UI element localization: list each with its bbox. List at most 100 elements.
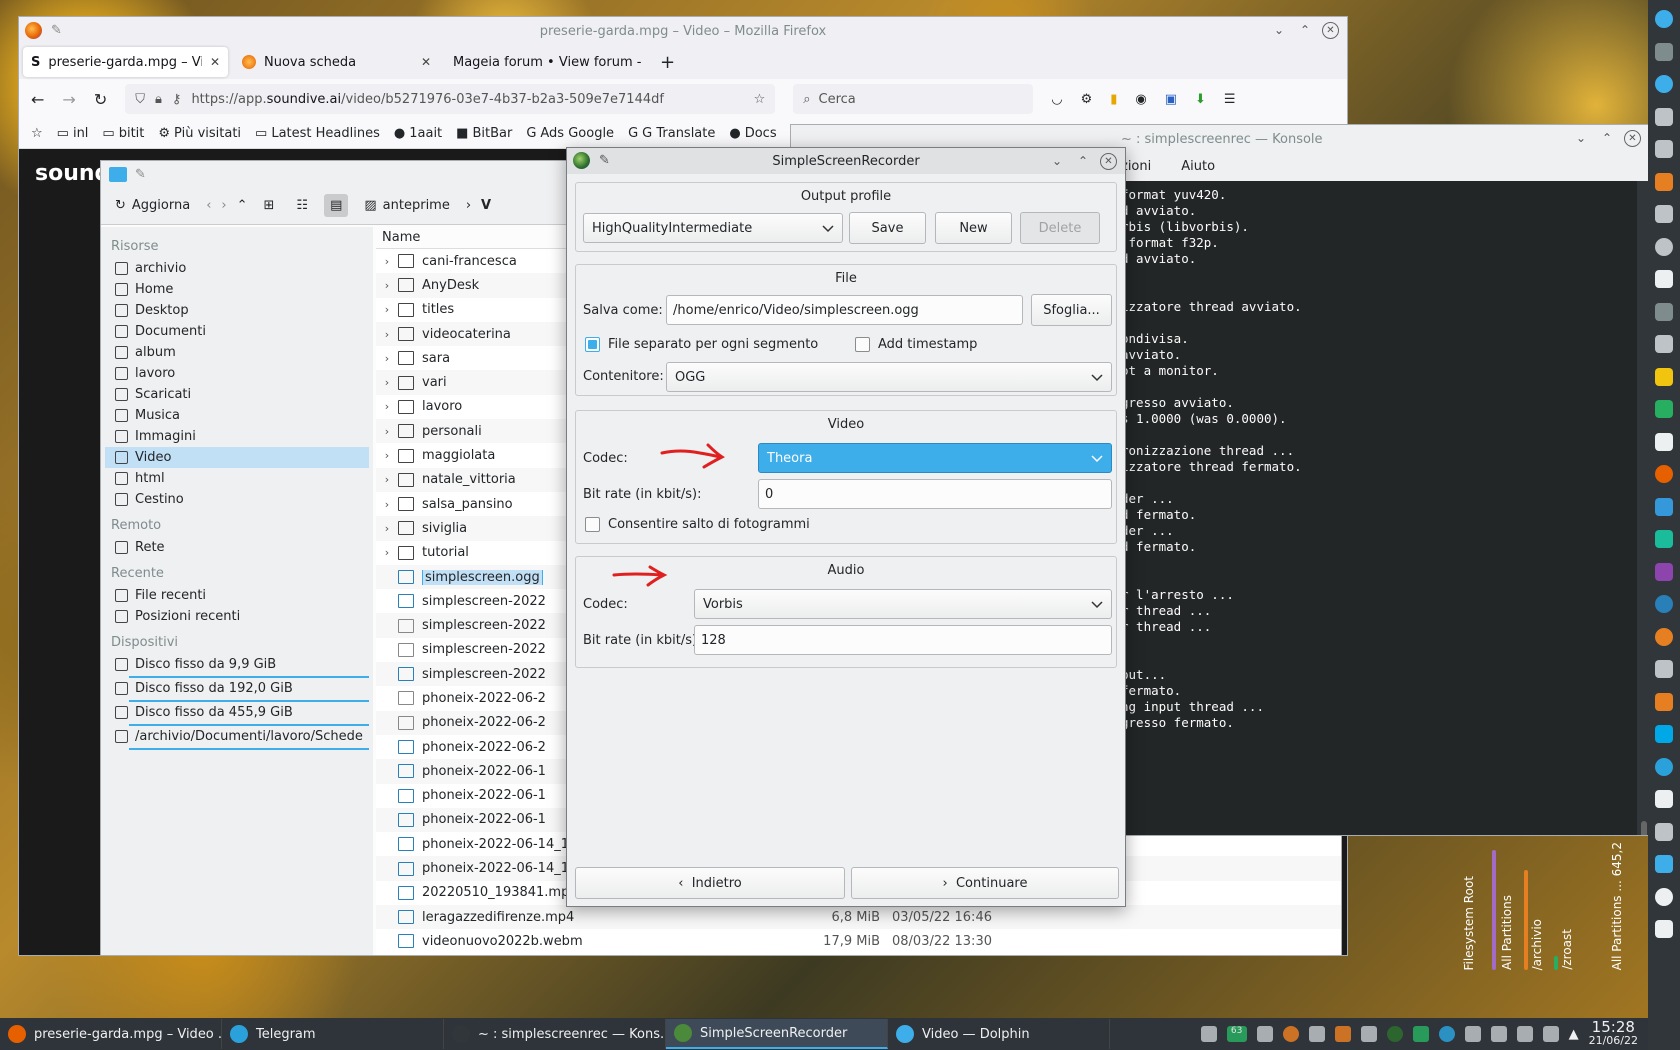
container-select[interactable]: OGG [666,362,1112,392]
vlc-icon[interactable] [1655,627,1673,646]
places-item[interactable]: Cestino [105,489,369,510]
tab-new[interactable]: Nuova scheda ✕ [234,47,439,77]
icons-view-button[interactable]: ⊞ [258,194,281,217]
places-item[interactable]: Desktop [105,300,369,321]
calendar-icon[interactable] [1655,432,1673,451]
ssr-titlebar[interactable]: ✎ SimpleScreenRecorder ⌄ ⌃ ✕ [567,148,1125,174]
browse-button[interactable]: Sfoglia... [1031,294,1112,326]
mail-tray-icon[interactable] [1256,1026,1273,1042]
terminal-icon[interactable] [1655,302,1673,321]
new-tab-plus-icon[interactable]: + [660,52,675,73]
bookmark-latest-headlines[interactable]: ▭ Latest Headlines [255,126,380,141]
search-box[interactable]: ⌕ Cerca [793,84,1034,114]
audio-codec-select[interactable]: Vorbis [694,589,1112,619]
expand-chevron-icon[interactable]: › [376,303,398,316]
places-item[interactable]: Musica [105,405,369,426]
ssr-tray-icon[interactable] [1386,1026,1403,1042]
clipboard-icon[interactable] [1464,1026,1481,1042]
tab-soundive[interactable]: S preserie-garda.mpg – Vide ✕ [23,47,228,77]
url-bar[interactable]: ⛉ 🔒︎ ⚷ https://app.soundive.ai/video/b52… [125,84,776,114]
expand-chevron-icon[interactable]: › [376,473,398,486]
app-orange-icon[interactable] [1655,692,1673,711]
places-item[interactable]: Immagini [105,426,369,447]
power-icon[interactable] [1655,10,1673,28]
taskbar-task[interactable]: SimpleScreenRecorder [666,1019,888,1049]
bookmark-star-icon[interactable]: ☆ [754,92,766,107]
expand-chevron-icon[interactable]: › [376,449,398,462]
places-item[interactable]: Documenti [105,321,369,342]
browser-icon[interactable] [1655,75,1673,93]
expand-chevron-icon[interactable]: › [376,376,398,389]
network-tray-icon[interactable] [1516,1026,1533,1042]
video-bitrate-field[interactable]: 0 [758,479,1112,509]
separate-file-checkbox[interactable]: File separato per ogni segmento [585,337,818,352]
back-arrow-icon[interactable]: ← [31,90,44,109]
check-icon[interactable] [1412,1026,1429,1042]
bluetooth-icon[interactable] [1490,1026,1507,1042]
places-item[interactable]: Disco fisso da 192,0 GiB [105,678,369,699]
bookmark-bitit[interactable]: ▭ bitit [102,126,144,141]
minimize-icon[interactable]: ⌄ [1270,21,1288,39]
calculator-icon[interactable] [1655,335,1673,353]
save-as-field[interactable]: /home/enrico/Video/simplescreen.ogg [666,295,1023,325]
refresh-button[interactable]: ↻ Aggiorna [109,194,196,217]
bookmark-inl[interactable]: ▭ inl [57,126,89,141]
back-button[interactable]: ‹ Indietro [575,867,845,899]
places-item[interactable]: Posizioni recenti [105,606,369,627]
media-icon[interactable] [1655,562,1673,581]
places-item[interactable]: Disco fisso da 455,9 GiB [105,702,369,723]
battery-badge[interactable]: 63 [1226,1026,1247,1042]
preview-button[interactable]: ▨ anteprime [358,194,455,217]
reload-icon[interactable]: ↻ [94,90,107,109]
clock[interactable]: 15:28 21/06/22 [1589,1020,1638,1048]
menu-icon[interactable]: ☰ [1224,92,1236,107]
scrollbar-thumb[interactable] [1641,821,1647,835]
telegram-icon[interactable] [1655,757,1673,776]
spreadsheet-icon[interactable] [1655,530,1673,548]
expand-chevron-icon[interactable]: › [376,425,398,438]
download-icon[interactable]: ⬇ [1195,92,1206,107]
pin-icon[interactable]: ✎ [51,23,62,38]
places-item[interactable]: File recenti [105,585,369,606]
settings-icon[interactable] [1655,822,1673,841]
expand-chevron-icon[interactable]: › [376,400,398,413]
bookmark-bitbar[interactable]: ■ BitBar [456,126,512,141]
menu-help[interactable]: Aiuto [1181,159,1215,174]
bookmark-1aait[interactable]: ● 1aait [394,126,442,141]
update-icon[interactable] [1282,1026,1299,1042]
stats-icon[interactable]: ▮ [1110,92,1117,107]
places-item[interactable]: Disco fisso da 9,9 GiB [105,654,369,675]
extension-gear-icon[interactable]: ⚙ [1081,92,1093,107]
places-item[interactable]: Rete [105,537,369,558]
video-codec-select[interactable]: Theora [758,443,1112,473]
minimize-icon[interactable]: ⌄ [1048,152,1066,170]
places-item[interactable]: Video [105,447,369,468]
file-row[interactable]: leragazzedifirenze.mp4 6,8 MiB 03/05/22 16… [376,905,1341,930]
mail-icon[interactable] [1655,400,1673,418]
lock-icon[interactable] [1655,790,1673,808]
site-logo[interactable]: sound [35,161,110,186]
maximize-icon[interactable]: ⌃ [1598,129,1616,147]
taskbar-task[interactable]: Telegram [222,1019,444,1049]
lock-icon[interactable]: 🔒︎ [155,92,162,107]
audio-bitrate-field[interactable]: 128 [694,625,1112,655]
pin-icon[interactable]: ✎ [135,167,146,182]
close-icon[interactable]: ✕ [1624,129,1641,147]
save-profile-button[interactable]: Save [849,212,926,244]
bookmark-manager-star-icon[interactable]: ☆ [31,126,43,141]
notes-icon[interactable] [1655,367,1673,386]
places-item[interactable]: archivio [105,258,369,279]
globe-icon[interactable] [1655,237,1673,256]
minimize-icon[interactable]: ⌄ [1572,129,1590,147]
forward-arrow-icon[interactable]: → [62,90,75,109]
tray-expand-icon[interactable]: ▲ [1569,1027,1579,1042]
tab-mageia[interactable]: Mageia forum • View forum - E [445,47,650,77]
close-icon[interactable]: ✕ [1100,152,1117,170]
taskbar-task[interactable]: Video — Dolphin [888,1019,1110,1049]
lockscreen-icon[interactable] [1655,920,1673,938]
pocket-icon[interactable]: ◡ [1051,92,1062,107]
add-timestamp-checkbox[interactable]: Add timestamp [855,337,977,352]
folder-icon[interactable] [1655,205,1673,223]
maximize-icon[interactable]: ⌃ [1074,152,1092,170]
telegram-tray-icon[interactable] [1438,1026,1455,1042]
